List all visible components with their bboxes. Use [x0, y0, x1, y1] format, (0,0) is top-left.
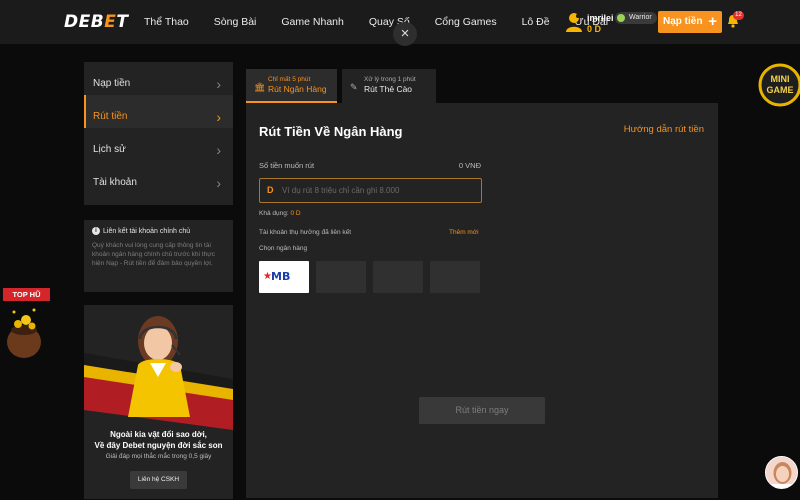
nav-game-nhanh[interactable]: Game Nhanh: [281, 16, 343, 28]
page-title: Rút Tiền Về Ngân Hàng: [259, 124, 403, 139]
username[interactable]: imrilei: [587, 13, 614, 23]
add-account-link[interactable]: Thêm mới: [449, 229, 479, 236]
balance: 0 D: [587, 24, 602, 34]
user-avatar-icon[interactable]: [564, 11, 584, 33]
support-subtitle: Giải đáp mọi thắc mắc trong 0,5 giây: [105, 453, 212, 460]
rank-icon: [617, 14, 625, 22]
bank-icon: 🏛: [254, 82, 266, 92]
available-balance: Khả dụng: 0 D: [259, 210, 301, 217]
amount-value: 0 VNĐ: [458, 161, 481, 170]
jackpot-pot-icon[interactable]: [4, 302, 44, 360]
amount-input[interactable]: D Ví dụ rút 8 triệu chỉ cần ghi 8.000: [259, 178, 482, 203]
account-sidebar: Nạp tiền › Rút tiền › Lịch sử › Tài khoản ›: [84, 62, 233, 205]
plus-icon: +: [708, 13, 717, 30]
tab-bank-withdraw[interactable]: 🏛 Chỉ mất 5 phút Rút Ngân Hàng: [246, 69, 337, 103]
withdraw-panel: Rút Tiền Về Ngân Hàng Hướng dẫn rút tiền…: [246, 103, 718, 498]
minigame-button[interactable]: MINI GAME: [756, 60, 800, 110]
rank-badge: Warrior: [615, 12, 657, 24]
nav-lo-de[interactable]: Lô Đề: [522, 16, 550, 28]
withdraw-guide-link[interactable]: Hướng dẫn rút tiền: [624, 124, 704, 135]
sidebar-item-account[interactable]: Tài khoản ›: [84, 161, 233, 194]
support-banner: Ngoài kia vật đổi sao dời, Về đây Debet n…: [84, 305, 233, 499]
nav-cong-games[interactable]: Cổng Games: [435, 16, 497, 28]
bank-option-empty[interactable]: [373, 261, 423, 293]
linked-account-label: Tài khoản thụ hưởng đã liên kết: [259, 229, 352, 236]
amount-placeholder: Ví dụ rút 8 triệu chỉ cần ghi 8.000: [282, 186, 400, 195]
chevron-right-icon: ›: [216, 175, 221, 191]
top-hu-badge[interactable]: TOP HŨ: [3, 288, 50, 301]
chat-agent-icon: [766, 457, 797, 488]
notice-body: Quý khách vui lòng cung cấp thông tin tà…: [92, 242, 215, 267]
card-icon: ✎: [350, 82, 358, 92]
withdraw-submit-button[interactable]: Rút tiền ngay: [419, 397, 545, 424]
sidebar-item-history[interactable]: Lịch sử ›: [84, 128, 233, 161]
minigame-label-2: GAME: [767, 85, 794, 95]
currency-icon: D: [267, 185, 274, 195]
deposit-button[interactable]: Nạp tiền +: [658, 11, 722, 33]
nav-song-bai[interactable]: Sòng Bài: [214, 16, 257, 28]
sidebar-item-deposit[interactable]: Nạp tiền ›: [84, 62, 233, 95]
bank-option-empty[interactable]: [316, 261, 366, 293]
sidebar-item-withdraw[interactable]: Rút tiền ›: [84, 95, 233, 128]
support-agent-illustration: [84, 316, 233, 430]
close-icon[interactable]: ×: [393, 22, 417, 46]
minigame-label-1: MINI: [771, 74, 790, 84]
account-link-notice: i Liên kết tài khoản chính chủ Quý khách …: [84, 220, 233, 292]
notification-badge: 12: [733, 11, 744, 20]
live-chat-avatar[interactable]: [765, 456, 798, 489]
bank-option-empty[interactable]: [430, 261, 480, 293]
amount-label: Số tiền muốn rút: [259, 161, 315, 170]
support-title-line1: Ngoài kia vật đổi sao dời,: [110, 430, 207, 439]
info-icon: i: [92, 227, 100, 235]
mb-bank-logo: MB: [271, 270, 291, 283]
nav-the-thao[interactable]: Thể Thao: [144, 16, 189, 28]
contact-support-button[interactable]: Liên hệ CSKH: [130, 471, 187, 489]
tab-card-withdraw[interactable]: ✎ Xử lý trong 1 phút Rút Thẻ Cào: [342, 69, 436, 103]
main-nav: Thể Thao Sòng Bài Game Nhanh Quay Số Cổn…: [144, 16, 633, 28]
debet-logo[interactable]: DEBET: [64, 12, 128, 32]
notice-title: Liên kết tài khoản chính chủ: [103, 228, 191, 235]
support-title-line2: Về đây Debet nguyện đời sắc son: [94, 441, 223, 450]
bank-option-mb[interactable]: ★ MB: [259, 261, 309, 293]
choose-bank-label: Chọn ngân hàng: [259, 245, 308, 252]
